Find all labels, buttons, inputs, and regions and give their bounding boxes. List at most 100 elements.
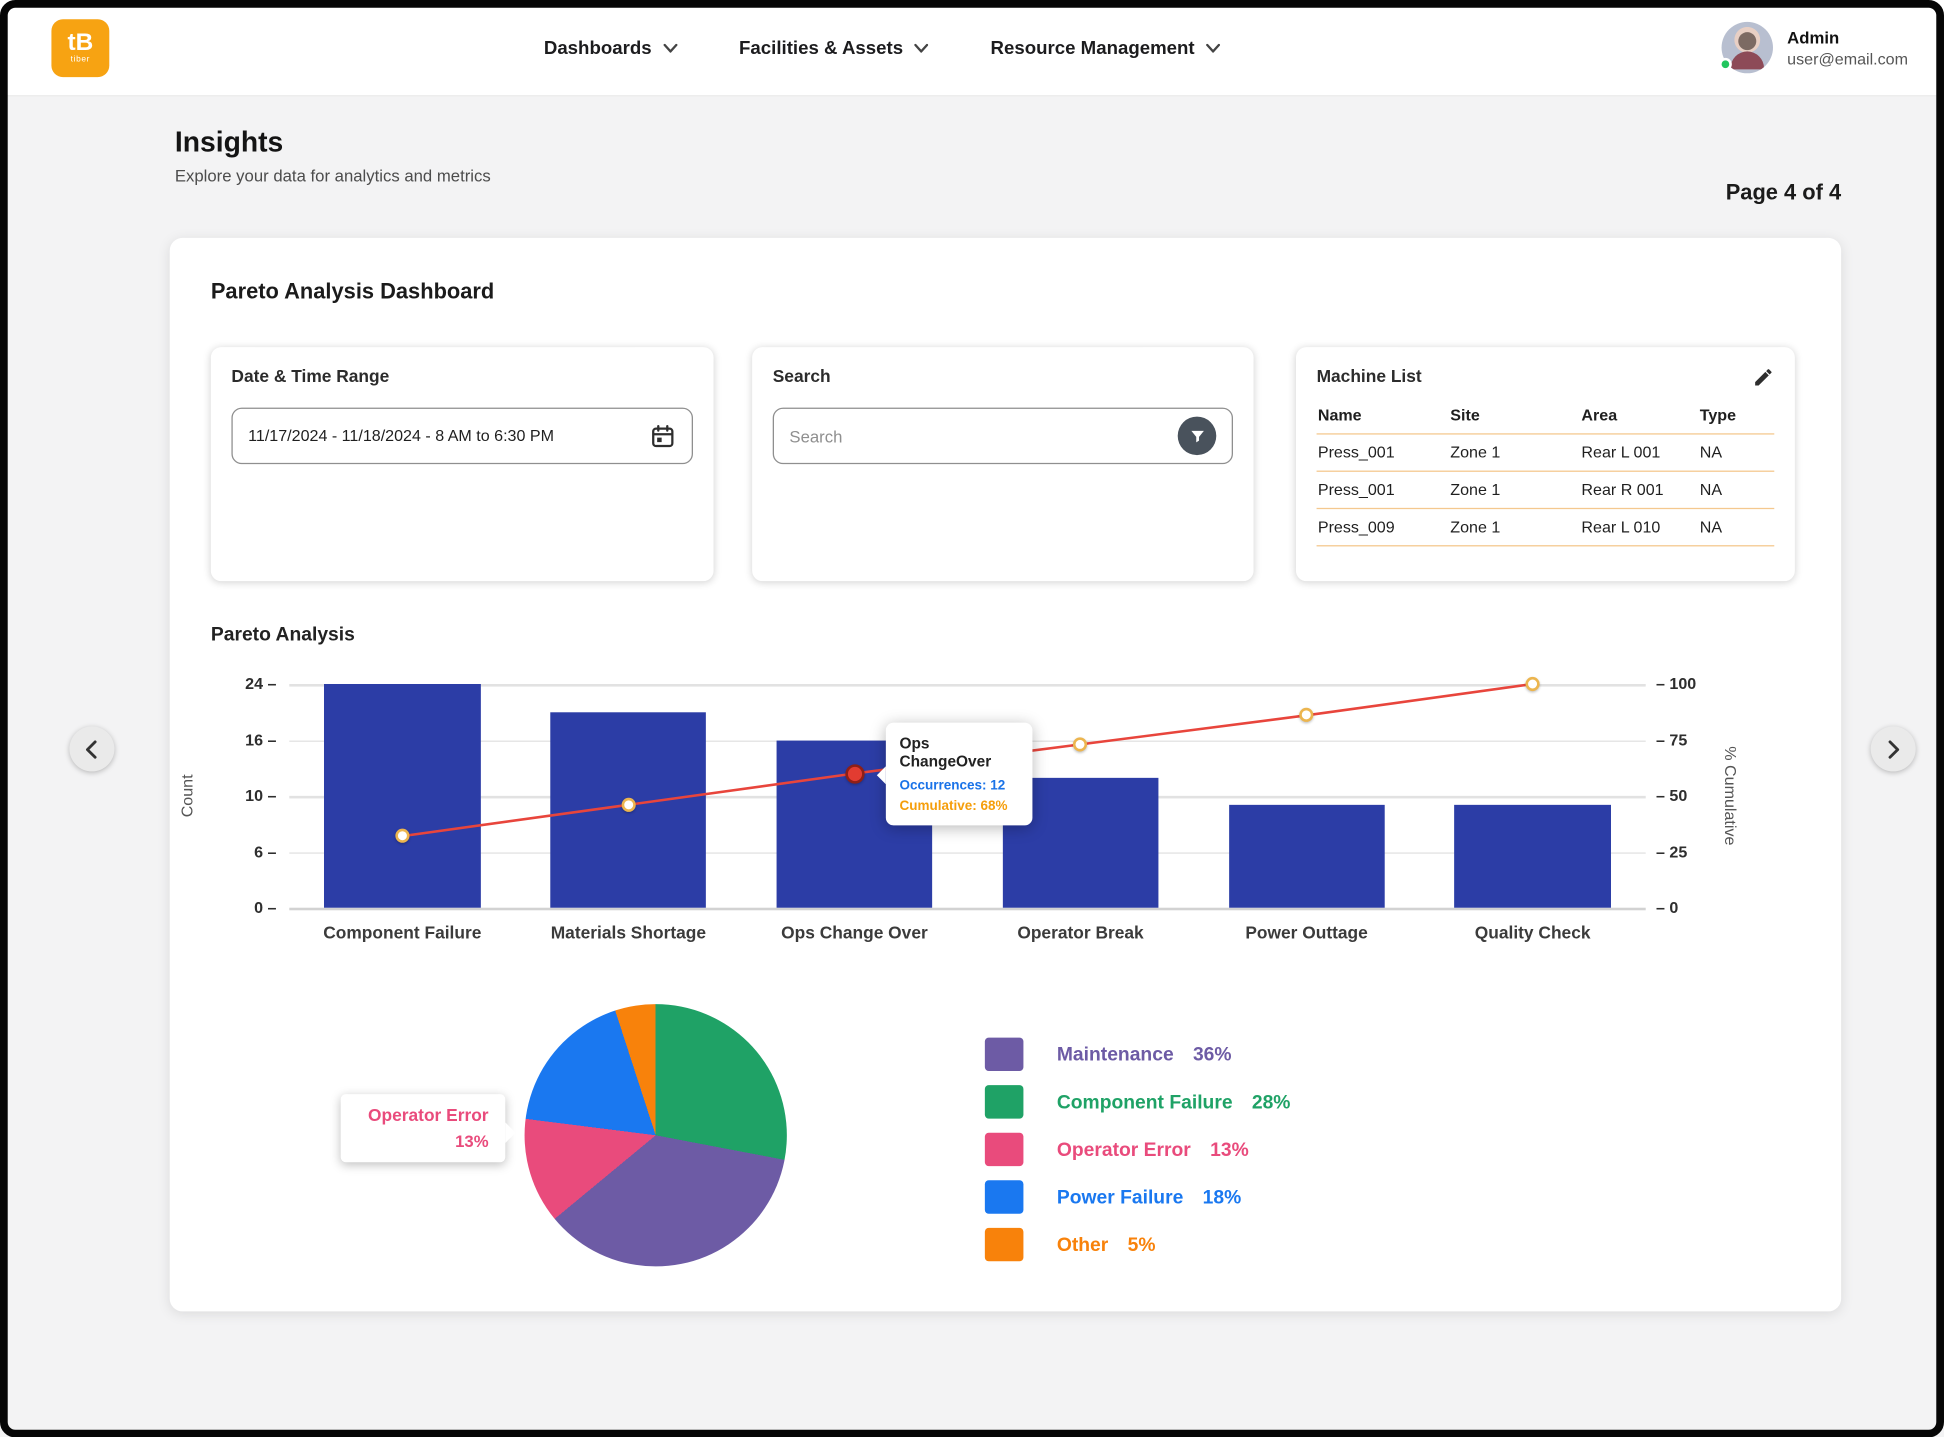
chevron-right-icon xyxy=(1888,739,1900,759)
cumulative-point[interactable] xyxy=(395,829,410,844)
column-header: Site xyxy=(1450,406,1480,425)
y2-tick-label: – 100 xyxy=(1655,674,1697,693)
chevron-down-icon xyxy=(914,43,929,53)
chevron-down-icon xyxy=(1206,43,1221,53)
y-axis-ticks: 24 – 16 – 10 – 6 – 0 – xyxy=(210,675,277,917)
logo-subtext: tiber xyxy=(70,55,91,65)
next-page-button[interactable] xyxy=(1870,726,1916,772)
legend-item[interactable]: Maintenance 36% xyxy=(984,1037,1291,1071)
machine-list-title: Machine List xyxy=(1316,366,1422,386)
machine-table: Name Site Area Type Press_001 Zone 1 Rear L 00… xyxy=(1316,406,1775,547)
y2-tick-label: – 50 xyxy=(1655,786,1688,805)
online-status-dot xyxy=(1719,57,1732,71)
pagination-label: Page 4 of 4 xyxy=(1725,179,1842,205)
search-input-box xyxy=(772,407,1233,465)
user-email: user@email.com xyxy=(1787,49,1908,68)
table-cell: Zone 1 xyxy=(1450,480,1501,499)
pencil-icon xyxy=(1755,369,1772,386)
calendar-icon[interactable] xyxy=(649,422,676,449)
chart-tooltip: Ops ChangeOver Occurrences: 12 Cumulativ… xyxy=(876,722,1032,825)
legend-swatch xyxy=(984,1085,1024,1119)
filter-button[interactable] xyxy=(1177,416,1217,456)
nav-resource-management[interactable]: Resource Management xyxy=(991,38,1221,58)
table-cell: NA xyxy=(1699,480,1723,499)
cumulative-point[interactable] xyxy=(844,763,865,784)
page-title: Insights xyxy=(174,125,284,159)
x-axis-label: Quality Check xyxy=(1474,923,1591,943)
y2-tick-label: – 25 xyxy=(1655,842,1688,861)
nav-dashboards[interactable]: Dashboards xyxy=(544,38,678,58)
x-axis-label: Materials Shortage xyxy=(550,923,707,943)
legend-label: Power Failure xyxy=(1056,1186,1184,1208)
table-cell: NA xyxy=(1699,518,1723,537)
y-tick-label: 6 – xyxy=(254,842,277,861)
cumulative-point[interactable] xyxy=(1525,676,1540,692)
page-subtitle: Explore your data for analytics and metr… xyxy=(174,165,491,186)
y-axis-title: Count xyxy=(178,774,197,818)
legend-label: Maintenance xyxy=(1056,1043,1174,1066)
table-cell: Press_009 xyxy=(1317,518,1395,537)
y-tick-label: 0 – xyxy=(254,898,277,917)
pareto-section-title: Pareto Analysis xyxy=(210,623,355,646)
user-name: Admin xyxy=(1787,27,1840,47)
legend-item[interactable]: Component Failure 28% xyxy=(984,1085,1291,1119)
y2-tick-label: – 0 xyxy=(1655,898,1679,917)
column-header: Name xyxy=(1317,406,1362,425)
y2-tick-label: – 75 xyxy=(1655,730,1688,749)
cumulative-point[interactable] xyxy=(1299,708,1314,723)
date-range-input[interactable]: 11/17/2024 - 11/18/2024 - 8 AM to 6:30 P… xyxy=(231,407,693,465)
edit-machine-list-button[interactable] xyxy=(1752,366,1774,388)
table-cell: Zone 1 xyxy=(1450,518,1501,537)
cumulative-point[interactable] xyxy=(1073,737,1088,752)
avatar-silhouette xyxy=(1738,32,1757,51)
user-menu[interactable]: Admin user@email.com xyxy=(1719,21,1908,74)
search-input[interactable] xyxy=(789,426,1178,446)
search-panel-title: Search xyxy=(772,366,831,386)
y-tick-label: 24 – xyxy=(245,674,277,693)
pie-legend: Maintenance 36% Component Failure 28% Operat… xyxy=(984,1037,1291,1276)
pie-chart[interactable] xyxy=(524,1004,787,1267)
tooltip-cumulative: Cumulative: 68% xyxy=(899,797,1008,814)
main-nav: Dashboards Facilities & Assets Resource … xyxy=(544,0,1221,96)
machine-table-header: Name Site Area Type xyxy=(1316,406,1775,435)
x-axis-label: Component Failure xyxy=(323,923,482,943)
cumulative-point[interactable] xyxy=(621,797,636,812)
legend-label: Other xyxy=(1056,1233,1109,1256)
legend-percent: 36% xyxy=(1192,1043,1232,1066)
y-tick-label: 16 – xyxy=(245,730,277,749)
legend-item[interactable]: Operator Error 13% xyxy=(984,1132,1291,1167)
pareto-chart: 24 –16 –10 –6 –0 – – 100– 75– 50– 25– 0 … xyxy=(178,675,1739,942)
machine-list-panel: Machine List Name Site Area Type Press_001 Zo… xyxy=(1295,347,1795,582)
legend-swatch xyxy=(984,1227,1024,1262)
legend-swatch xyxy=(984,1037,1024,1071)
legend-percent: 13% xyxy=(1210,1138,1249,1161)
brand-logo[interactable]: tB tiber xyxy=(51,19,110,78)
legend-percent: 18% xyxy=(1202,1186,1242,1208)
app-viewport: tB tiber Dashboards Facilities & Assets … xyxy=(0,0,1944,1437)
dashboard-title: Pareto Analysis Dashboard xyxy=(210,278,495,304)
x-axis-label: Operator Break xyxy=(1017,923,1144,943)
pie-callout-label: Operator Error xyxy=(367,1105,489,1125)
column-header: Type xyxy=(1699,406,1737,425)
nav-facilities-assets[interactable]: Facilities & Assets xyxy=(739,38,929,58)
legend-percent: 5% xyxy=(1127,1233,1156,1256)
filter-icon xyxy=(1190,430,1204,442)
legend-item[interactable]: Power Failure 18% xyxy=(984,1180,1291,1214)
x-axis-labels: Component Failure Materials Shortage Ops C… xyxy=(289,923,1645,942)
table-cell: NA xyxy=(1699,443,1723,462)
machine-table-row[interactable]: Press_001 Zone 1 Rear R 001 NA xyxy=(1316,472,1775,510)
x-axis-label: Ops Change Over xyxy=(781,923,928,943)
table-cell: Press_001 xyxy=(1317,480,1395,499)
prev-page-button[interactable] xyxy=(69,726,115,772)
x-axis-label: Power Outtage xyxy=(1245,923,1368,943)
chevron-left-icon xyxy=(86,739,97,759)
legend-label: Component Failure xyxy=(1056,1090,1233,1113)
machine-table-row[interactable]: Press_001 Zone 1 Rear L 001 NA xyxy=(1316,435,1775,472)
legend-item[interactable]: Other 5% xyxy=(984,1227,1291,1262)
machine-table-row[interactable]: Press_009 Zone 1 Rear L 010 NA xyxy=(1316,509,1775,547)
legend-percent: 28% xyxy=(1251,1090,1291,1113)
y-tick-label: 10 – xyxy=(245,786,277,805)
search-panel: Search xyxy=(752,347,1254,582)
tooltip-occurrences: Occurrences: 12 xyxy=(899,777,1006,793)
legend-label: Operator Error xyxy=(1056,1138,1191,1161)
